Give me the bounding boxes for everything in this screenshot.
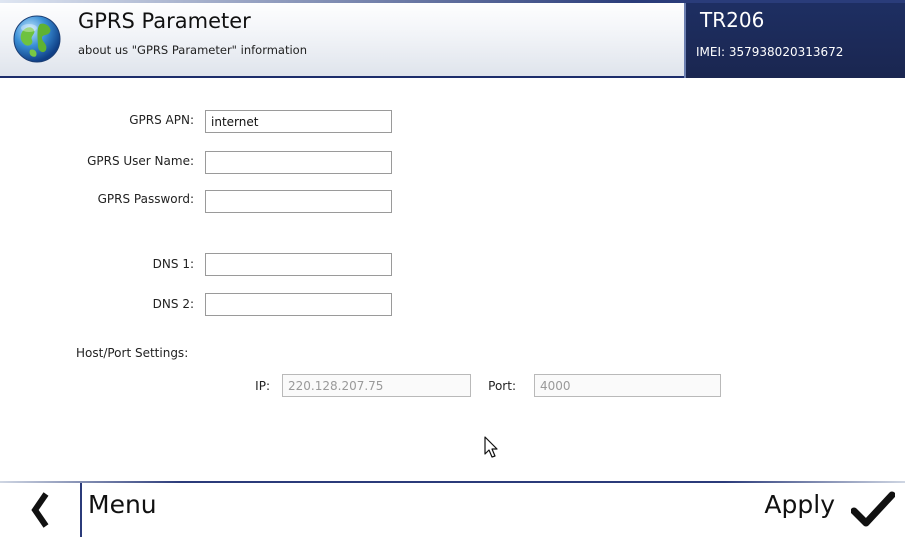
imei-label: IMEI: 357938020313672 xyxy=(696,45,844,59)
password-input[interactable] xyxy=(205,190,392,213)
apn-input[interactable] xyxy=(205,110,392,133)
menu-divider xyxy=(80,483,82,537)
page-title: GPRS Parameter xyxy=(78,9,251,33)
checkmark-icon xyxy=(851,491,895,527)
page-subtitle: about us "GPRS Parameter" information xyxy=(78,43,308,57)
back-button[interactable] xyxy=(0,483,80,537)
dns1-input[interactable] xyxy=(205,253,392,276)
header-title-area: GPRS Parameter about us "GPRS Parameter"… xyxy=(0,0,684,78)
header: GPRS Parameter about us "GPRS Parameter"… xyxy=(0,0,905,78)
dns2-input[interactable] xyxy=(205,293,392,316)
user-name-label: GPRS User Name: xyxy=(87,154,194,168)
dns1-label: DNS 1: xyxy=(152,257,194,271)
password-label: GPRS Password: xyxy=(97,192,194,206)
header-top-line xyxy=(0,0,905,3)
apply-check-button[interactable] xyxy=(841,483,905,537)
menu-button[interactable]: Menu xyxy=(88,490,157,519)
apply-button[interactable]: Apply xyxy=(764,490,835,519)
device-name: TR206 xyxy=(700,8,765,32)
apn-label: GPRS APN: xyxy=(129,113,194,127)
ip-input[interactable] xyxy=(282,374,471,397)
footer-top-border xyxy=(0,481,905,483)
device-info-panel: TR206 IMEI: 357938020313672 xyxy=(684,0,905,78)
host-port-section-label: Host/Port Settings: xyxy=(76,346,189,360)
globe-icon xyxy=(13,15,61,63)
ip-label: IP: xyxy=(255,379,270,393)
user-name-input[interactable] xyxy=(205,151,392,174)
mouse-cursor-icon xyxy=(484,436,498,458)
port-input[interactable] xyxy=(534,374,721,397)
dns2-label: DNS 2: xyxy=(152,297,194,311)
port-label: Port: xyxy=(488,379,516,393)
chevron-left-icon xyxy=(31,492,49,528)
